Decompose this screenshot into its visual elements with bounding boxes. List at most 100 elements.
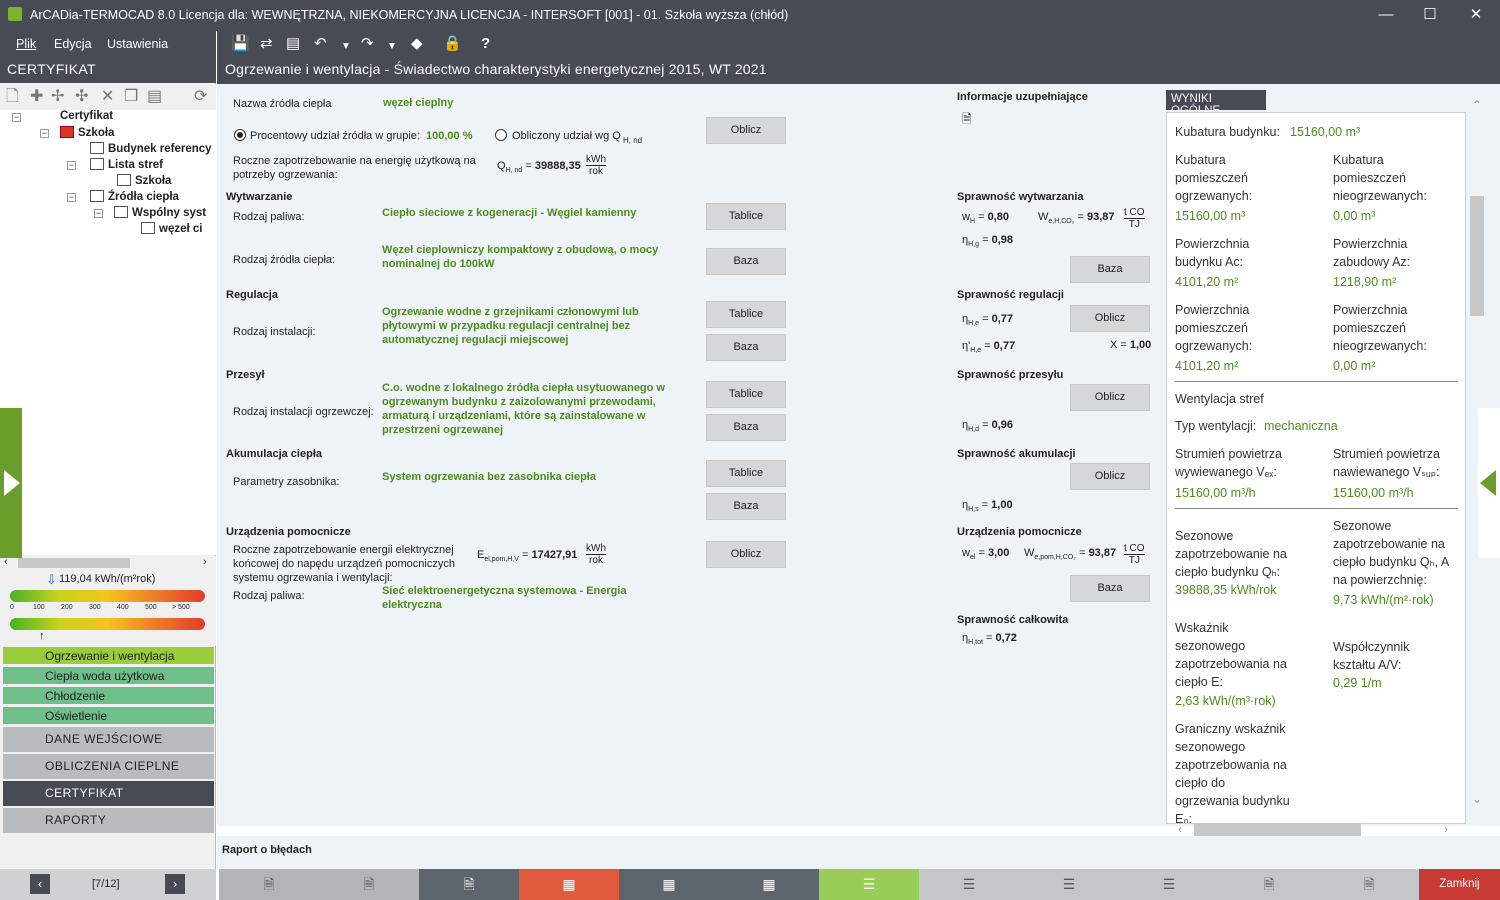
preview-icon[interactable]: ▤ [286, 35, 300, 53]
report-icon-1[interactable]: ▦ [619, 869, 719, 900]
list-icon-3[interactable]: ☰ [1119, 869, 1219, 900]
maximize-button[interactable]: ☐ [1410, 4, 1450, 26]
lock-icon[interactable]: 🔒 [443, 35, 462, 53]
scroll-down-icon[interactable]: ⌄ [1472, 792, 1482, 806]
scroll-left-icon[interactable]: ‹ [1178, 822, 1182, 836]
list-icon-1[interactable]: ☰ [919, 869, 1019, 900]
tree-horizontal-scrollbar[interactable]: ‹ › [0, 556, 216, 570]
doc-icon-2[interactable]: 🗎 [319, 869, 419, 900]
tank-params-value[interactable]: System ogrzewania bez zasobnika ciepła [382, 470, 682, 484]
tree-item-szkola[interactable]: Szkoła [60, 126, 114, 139]
copy-icon[interactable]: ❐ [124, 89, 138, 105]
list-icon-green[interactable]: ☰ [819, 869, 919, 900]
menu-edit[interactable]: Edycja [54, 37, 92, 51]
tree-item-certyfikat[interactable]: Certyfikat [60, 110, 113, 122]
oblicz-button-eff-2[interactable]: Oblicz [1070, 384, 1150, 411]
save-icon[interactable]: 💾 [231, 35, 250, 53]
scrollbar-thumb[interactable] [1470, 196, 1484, 316]
undo-dropdown-icon[interactable]: ▼ [341, 38, 351, 56]
tree-item-zrodla[interactable]: Źródła ciepła [90, 190, 179, 203]
scroll-right-icon[interactable]: › [203, 556, 207, 568]
right-panel-toggle[interactable] [1478, 408, 1500, 558]
tablice-button-3[interactable]: Tablice [706, 381, 786, 408]
oblicz-button-2[interactable]: Oblicz [706, 541, 786, 568]
redo-dropdown-icon[interactable]: ▼ [387, 38, 397, 56]
tree-label: Szkoła [135, 175, 172, 187]
tree-item-lista-stref[interactable]: Lista stref [90, 158, 163, 171]
list-icon-2[interactable]: ☰ [1019, 869, 1119, 900]
radio-percent[interactable] [234, 129, 246, 141]
menu-settings[interactable]: Ustawienia [107, 37, 168, 51]
tablice-button-2[interactable]: Tablice [706, 301, 786, 328]
doc-icon-1[interactable]: 🗎 [219, 869, 319, 900]
report-icon-2[interactable]: ▦ [719, 869, 819, 900]
report-icon-red[interactable]: ▦ [519, 869, 619, 900]
tree-item-wezel[interactable]: węzeł ci [141, 222, 202, 235]
baza-button-eff-2[interactable]: Baza [1070, 575, 1150, 602]
source-type-value[interactable]: Węzeł cieplowniczy kompaktowy z obudową,… [382, 243, 682, 271]
fuel-type-value-2[interactable]: Sieć elektroenergetyczna systemowa - Ene… [382, 584, 672, 612]
section-thermal-calc[interactable]: OBLICZENIA CIEPLNE [3, 754, 214, 779]
radio-percent-value[interactable]: 100,00 % [426, 129, 472, 143]
oblicz-button-eff-3[interactable]: Oblicz [1070, 463, 1150, 490]
new-item-icon[interactable]: 🗋 [6, 89, 19, 105]
section-certificate[interactable]: CERTYFIKAT [3, 781, 214, 806]
collapse-toggle[interactable]: − [94, 209, 103, 218]
installation-type-value[interactable]: Ogrzewanie wodne z grzejnikami członowym… [382, 305, 672, 347]
add-icon[interactable]: ✚ [30, 89, 43, 105]
menu-file[interactable]: Plik [16, 37, 36, 51]
minimize-button[interactable]: — [1366, 4, 1406, 26]
redo-icon[interactable]: ↷ [361, 35, 374, 53]
next-page-button[interactable]: › [165, 874, 185, 894]
paste-icon[interactable]: ▤ [147, 89, 162, 105]
oblicz-button-1[interactable]: Oblicz [706, 117, 786, 144]
left-panel-toggle[interactable] [0, 408, 22, 558]
unit-den: rok [589, 166, 603, 177]
heating-installation-value[interactable]: C.o. wodne z lokalnego źródła ciepła usy… [382, 381, 687, 437]
refresh-icon[interactable]: ⟳ [194, 89, 207, 105]
close-window-button[interactable]: ✕ [1456, 4, 1496, 26]
note-icon[interactable]: 🗎 [962, 110, 972, 131]
baza-button-2[interactable]: Baza [706, 334, 786, 361]
collapse-toggle[interactable]: − [12, 113, 21, 122]
add-source-icon[interactable]: ✢ [51, 89, 64, 105]
help-icon[interactable]: ? [481, 35, 490, 53]
tablice-button-4[interactable]: Tablice [706, 460, 786, 487]
fuel-type-value[interactable]: Ciepło sieciowe z kogeneracji - Węgiel k… [382, 206, 682, 220]
indicator-e-label-4: ciepło E: [1175, 675, 1223, 689]
undo-icon[interactable]: ↶ [314, 35, 327, 53]
collapse-toggle[interactable]: − [67, 161, 76, 170]
collapse-toggle[interactable]: − [67, 193, 76, 202]
doc-edit-icon[interactable]: 🗎 [419, 869, 519, 900]
category-cooling[interactable]: Chłodzenie [3, 687, 214, 705]
scrollbar-thumb[interactable] [18, 558, 130, 568]
tree-item-zone[interactable]: Szkoła [117, 174, 171, 187]
tablice-button-1[interactable]: Tablice [706, 203, 786, 230]
baza-button-3[interactable]: Baza [706, 414, 786, 441]
tree-item-wspolny[interactable]: Wspólny syst [114, 206, 206, 219]
page-icon-2[interactable]: 🗎 [1319, 869, 1419, 900]
add-system-icon[interactable]: ✣ [75, 89, 88, 105]
prev-page-button[interactable]: ‹ [30, 874, 50, 894]
baza-button-4[interactable]: Baza [706, 493, 786, 520]
section-reports[interactable]: RAPORTY [3, 808, 214, 833]
category-lighting[interactable]: Oświetlenie [3, 707, 214, 725]
scroll-up-icon[interactable]: ⌃ [1472, 98, 1482, 112]
category-hot-water[interactable]: Ciepła woda użytkowa [3, 667, 214, 685]
delete-icon[interactable]: ✕ [101, 89, 114, 105]
collapse-toggle[interactable]: − [40, 129, 49, 138]
oblicz-button-eff-1[interactable]: Oblicz [1070, 305, 1150, 332]
scrollbar-thumb[interactable] [1194, 823, 1361, 837]
radio-calc[interactable] [495, 129, 507, 141]
category-heating[interactable]: Ogrzewanie i wentylacja [3, 647, 214, 665]
section-input-data[interactable]: DANE WEJŚCIOWE [3, 727, 214, 752]
sync-icon[interactable]: ⇄ [260, 35, 273, 53]
source-name-value[interactable]: węzeł cieplny [383, 96, 453, 110]
page-icon-1[interactable]: 🗎 [1219, 869, 1319, 900]
baza-button-eff-1[interactable]: Baza [1070, 256, 1150, 283]
library-icon[interactable]: ◆ [411, 35, 423, 53]
tree-item-budynek[interactable]: Budynek referency [90, 142, 212, 155]
scroll-right-icon[interactable]: › [1444, 822, 1448, 836]
close-button[interactable]: Zamknij [1419, 869, 1500, 900]
baza-button-1[interactable]: Baza [706, 248, 786, 275]
